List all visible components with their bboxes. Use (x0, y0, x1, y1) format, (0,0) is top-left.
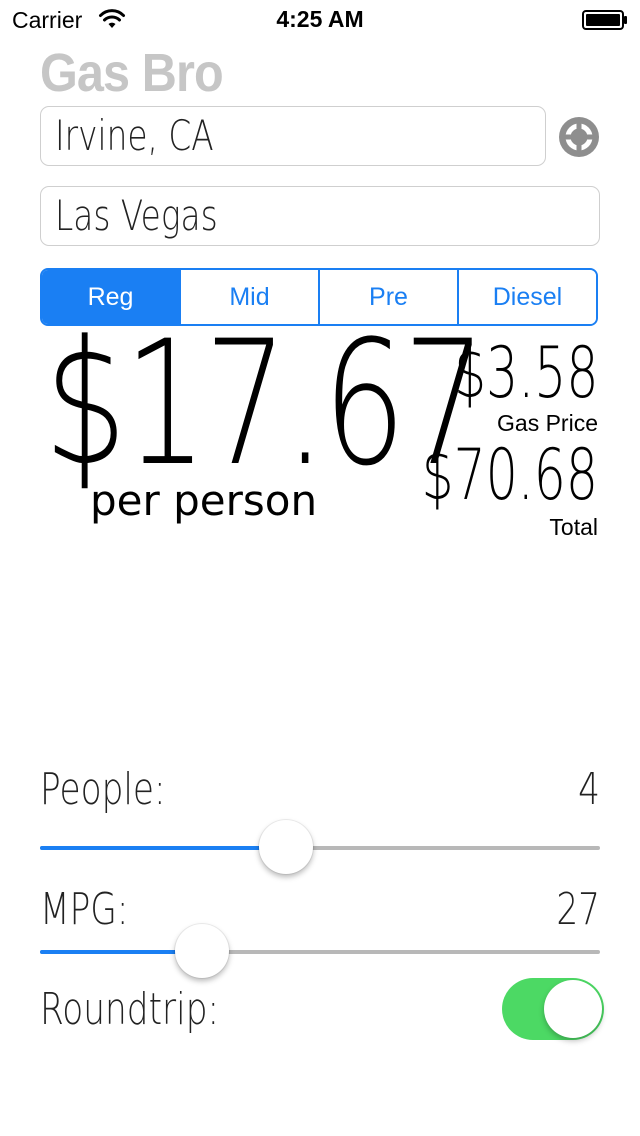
battery-icon (582, 10, 627, 30)
mpg-slider[interactable] (40, 922, 600, 982)
roundtrip-label: Roundtrip: (40, 984, 220, 1035)
gas-bro-screen: Carrier 4:25 AM Gas Bro Irvine, CA Las V… (0, 0, 640, 1136)
people-slider-fill (40, 846, 287, 850)
gas-price-label: Gas Price (497, 410, 598, 436)
destination-field[interactable]: Las Vegas (40, 186, 600, 246)
mpg-slider-thumb[interactable] (175, 924, 230, 978)
status-time: 4:25 AM (276, 6, 364, 32)
crosshair-icon[interactable] (557, 115, 601, 159)
people-slider-thumb[interactable] (259, 820, 314, 874)
status-bar: Carrier 4:25 AM (0, 0, 640, 40)
destination-value: Las Vegas (55, 191, 218, 240)
roundtrip-toggle-knob (544, 980, 602, 1038)
people-label: People: (40, 764, 166, 815)
app-title: Gas Bro (40, 43, 224, 103)
total-label: Total (549, 514, 598, 540)
people-slider[interactable] (40, 818, 600, 878)
total-value: $70.68 (421, 434, 598, 516)
per-person-amount: $17.67 (44, 303, 486, 504)
origin-field[interactable]: Irvine, CA (40, 106, 546, 166)
origin-value: Irvine, CA (55, 111, 214, 160)
people-value: 4 (578, 764, 600, 815)
gas-price-value: $3.58 (453, 332, 598, 414)
roundtrip-toggle[interactable] (502, 978, 604, 1040)
per-person-label: per person (90, 476, 318, 525)
